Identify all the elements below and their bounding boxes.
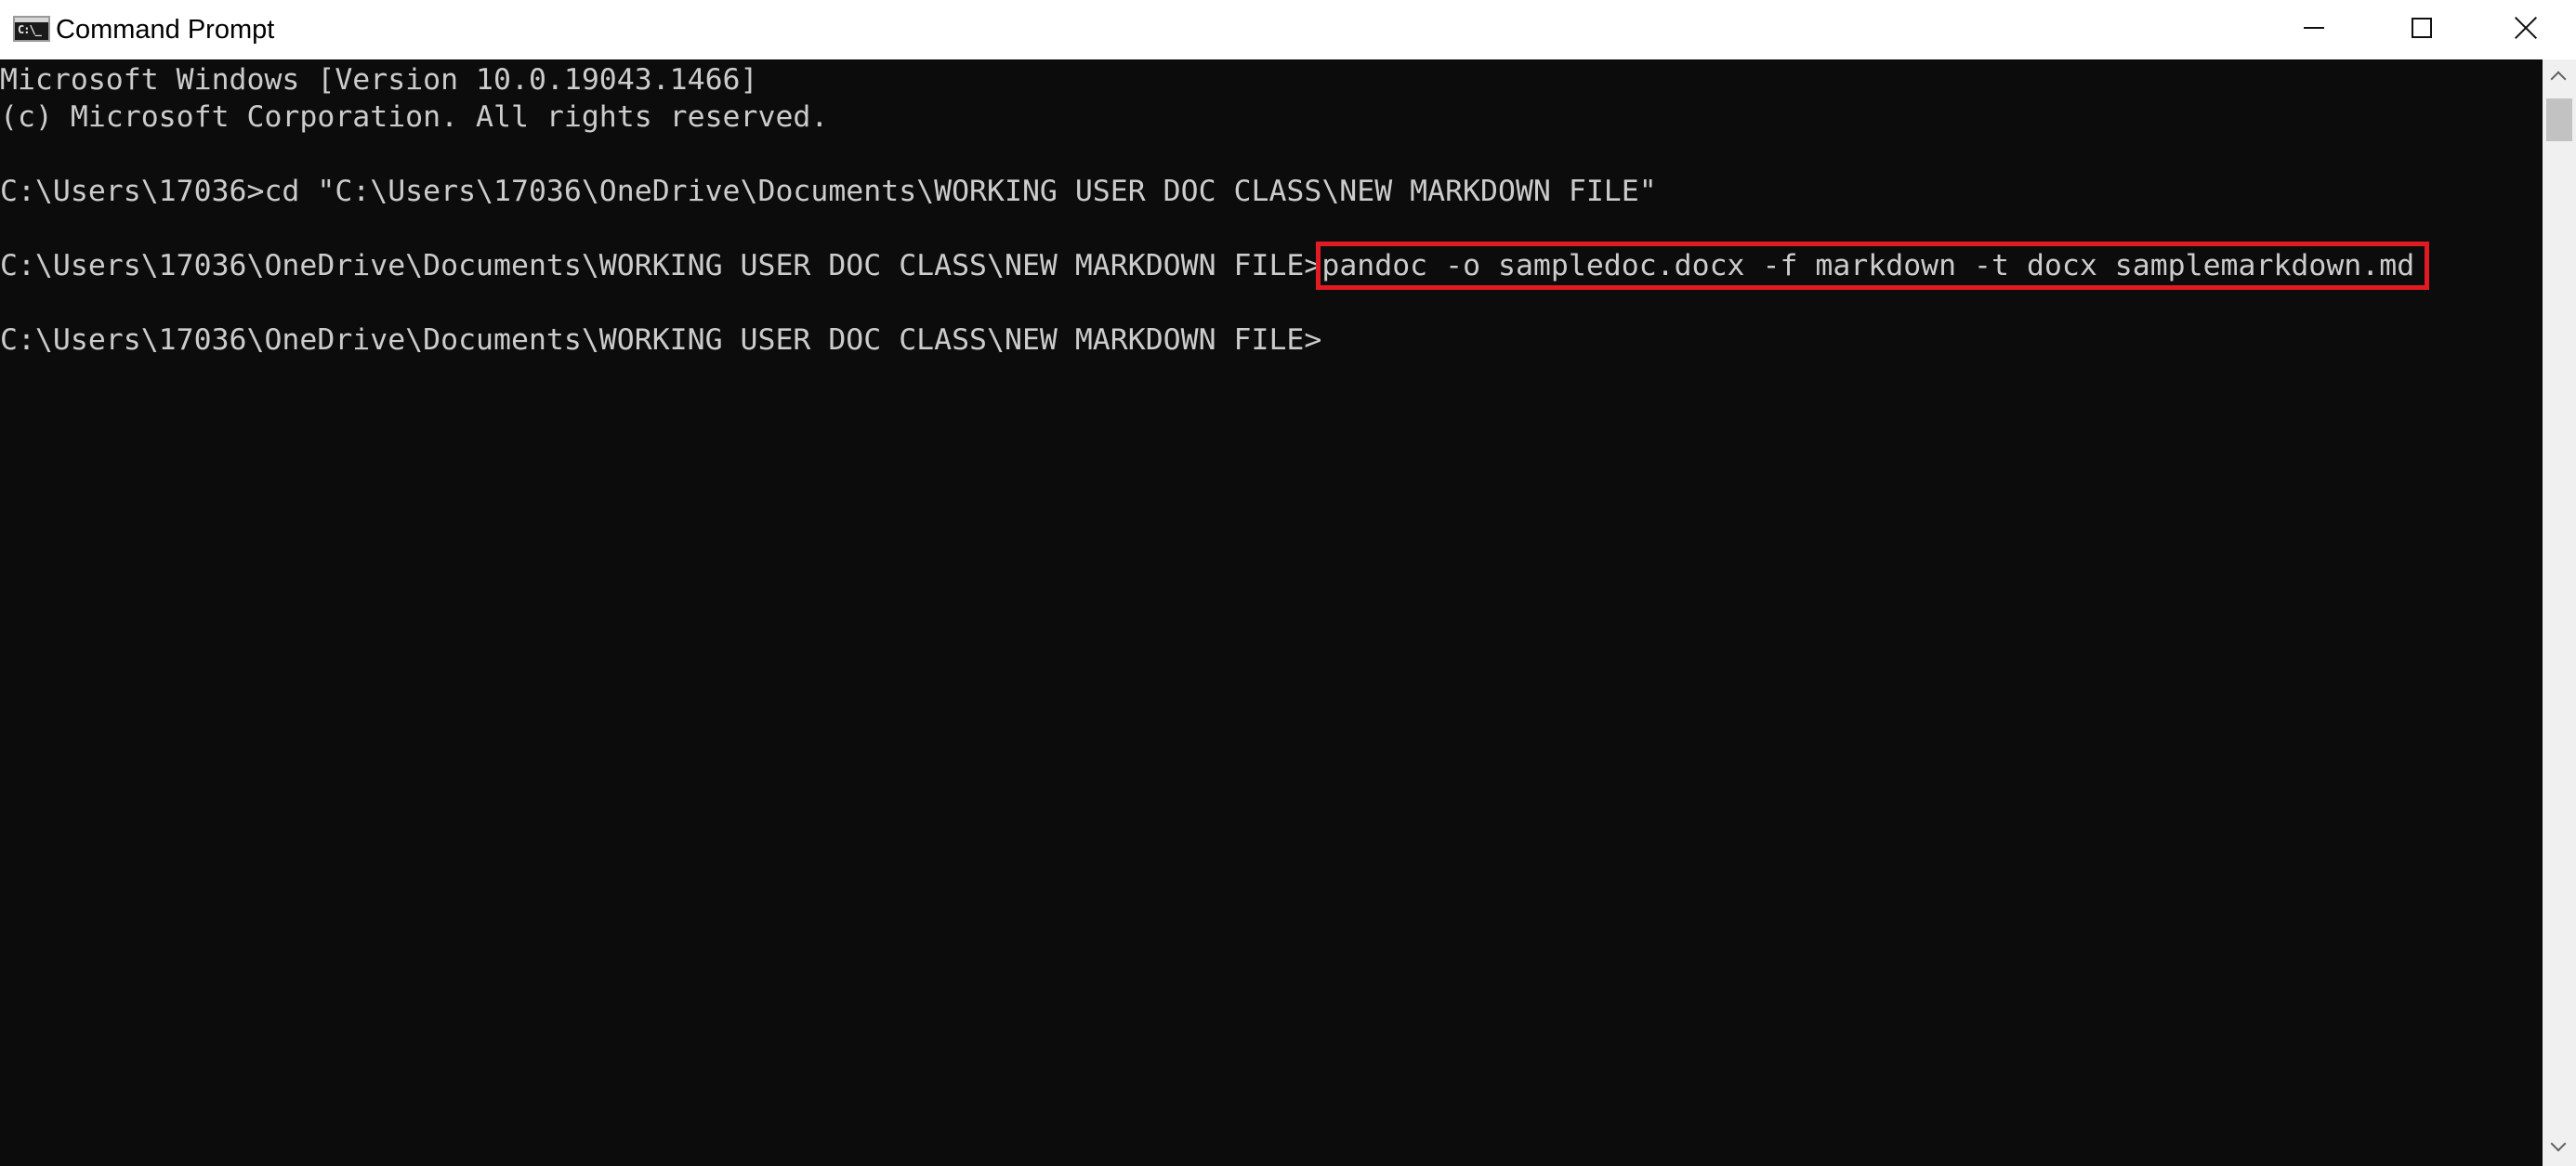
minimize-icon	[2304, 27, 2324, 29]
scrollbar-thumb[interactable]	[2546, 98, 2572, 141]
title-bar[interactable]: C:\_ Command Prompt	[0, 0, 2576, 59]
close-icon	[2513, 15, 2539, 41]
scroll-down-arrow-icon[interactable]	[2543, 1131, 2576, 1166]
vertical-scrollbar[interactable]	[2543, 59, 2576, 1166]
window-title: Command Prompt	[56, 15, 275, 45]
console-line-cd-command: C:\Users\17036>cd "C:\Users\17036\OneDri…	[0, 175, 1657, 208]
command-prompt-window: C:\_ Command Prompt Microsoft Windows [V…	[0, 0, 2576, 1166]
cmd-icon[interactable]: C:\_	[13, 16, 50, 42]
maximize-icon	[2412, 18, 2432, 38]
minimize-button[interactable]	[2260, 0, 2368, 59]
console-output[interactable]: Microsoft Windows [Version 10.0.19043.14…	[0, 59, 2543, 1166]
highlighted-command: pandoc -o sampledoc.docx -f markdown -t …	[1316, 242, 2430, 290]
console-line-pandoc: C:\Users\17036\OneDrive\Documents\WORKIN…	[0, 242, 2430, 290]
console-line-version: Microsoft Windows [Version 10.0.19043.14…	[0, 63, 758, 97]
cmd-icon-glyph: C:\_	[18, 23, 42, 36]
maximize-button[interactable]	[2368, 0, 2476, 59]
close-button[interactable]	[2476, 0, 2576, 59]
console-line-copyright: (c) Microsoft Corporation. All rights re…	[0, 100, 829, 134]
scroll-up-arrow-icon[interactable]	[2543, 59, 2576, 95]
console-line-current-prompt[interactable]: C:\Users\17036\OneDrive\Documents\WORKIN…	[0, 321, 1321, 359]
console-prompt: C:\Users\17036\OneDrive\Documents\WORKIN…	[0, 249, 1322, 282]
